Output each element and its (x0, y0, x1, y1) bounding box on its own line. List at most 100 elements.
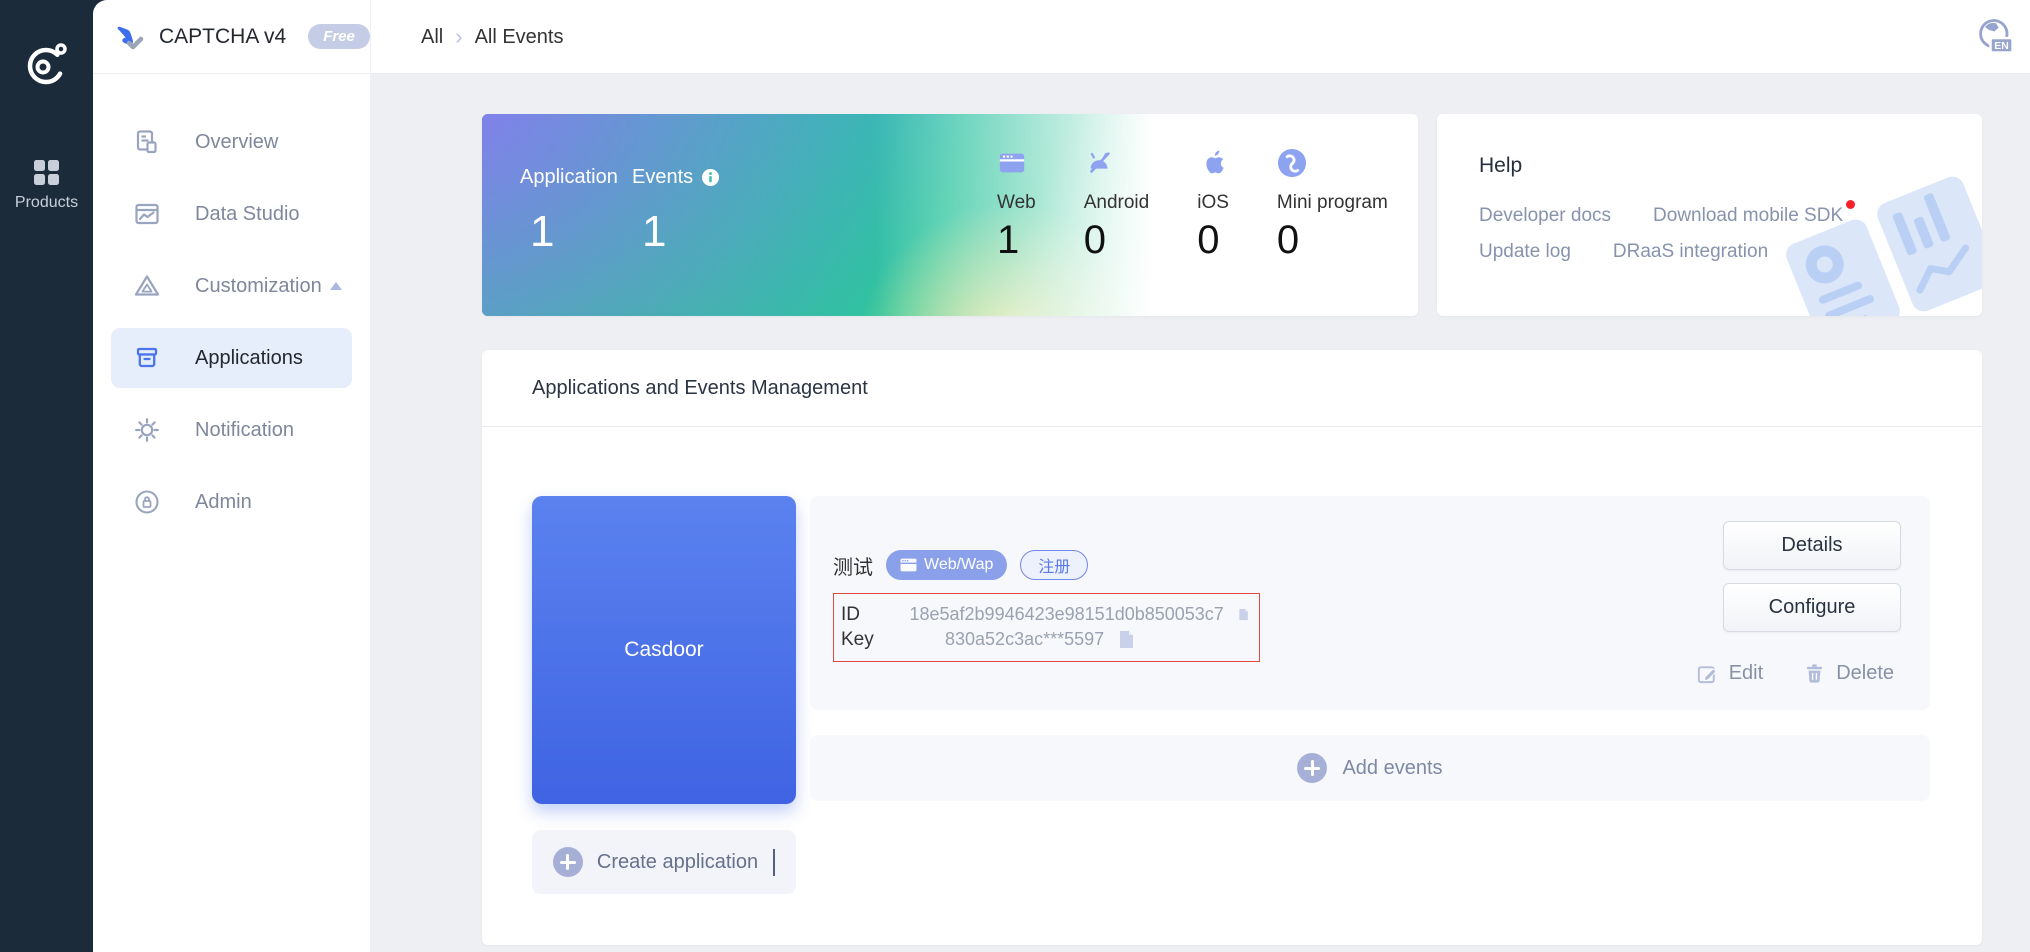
platform-value: 0 (1084, 218, 1150, 263)
plus-icon (553, 847, 583, 877)
info-icon[interactable] (701, 168, 720, 187)
copy-key-icon[interactable] (1118, 630, 1135, 649)
credentials-box: ID 18e5af2b9946423e98151d0b850053c7 Key … (833, 593, 1260, 662)
details-button[interactable]: Details (1723, 521, 1901, 570)
add-events-label: Add events (1342, 757, 1442, 780)
sidebar-item-applications[interactable]: Applications (111, 328, 352, 388)
products-grid-icon (34, 160, 59, 185)
sidebar-item-customization[interactable]: Customization (111, 256, 352, 316)
key-value: 830a52c3ac***5597 (945, 629, 1104, 650)
sidebar-item-overview[interactable]: Overview (111, 112, 352, 172)
browser-tag-icon (900, 558, 917, 572)
sidebar-item-label: Customization (195, 275, 322, 298)
platform-label: Android (1084, 192, 1150, 214)
update-log-link[interactable]: Update log (1479, 234, 1571, 270)
platform-value: 0 (1277, 218, 1388, 263)
events-stat: Events 1 (632, 166, 720, 257)
platform-stats: Web 1 Android 0 iOS 0 (997, 148, 1388, 263)
browser-icon (997, 148, 1027, 178)
events-stat-label: Events (632, 166, 693, 189)
text-cursor (773, 849, 775, 876)
breadcrumb-separator-icon: › (455, 24, 462, 50)
admin-lock-icon (133, 488, 161, 516)
add-events-button[interactable]: Add events (810, 735, 1930, 801)
platform-web: Web 1 (997, 148, 1036, 263)
sidebar-header: CAPTCHA v4 Free (93, 0, 370, 74)
event-info: 测试 Web/Wap 注册 ID (833, 550, 1260, 662)
breadcrumb-all[interactable]: All (421, 26, 443, 49)
trash-icon (1803, 662, 1826, 685)
product-rail: Products (0, 0, 93, 952)
platform-label: Mini program (1277, 192, 1388, 214)
help-title: Help (1479, 154, 1522, 178)
application-stat: Application 1 (520, 166, 618, 257)
help-card: Help Developer docs Download mobile SDK … (1437, 114, 1982, 316)
overview-stats-card: Application 1 Events 1 Web (482, 114, 1418, 316)
captcha-dashboard: Products CAPTCHA v4 Free Overview (0, 0, 2030, 952)
language-globe-icon[interactable]: EN (1974, 15, 2018, 59)
configure-button[interactable]: Configure (1723, 583, 1901, 632)
gear-icon (133, 416, 161, 444)
sidebar-item-label: Applications (195, 347, 303, 370)
event-actions: Edit Delete (1696, 662, 1894, 685)
platform-label: Web (997, 192, 1036, 214)
sidebar-item-notification[interactable]: Notification (111, 400, 352, 460)
event-buttons: Details Configure (1723, 521, 1901, 632)
breadcrumb-all-events: All Events (475, 26, 564, 49)
platform-tag: Web/Wap (886, 550, 1007, 580)
platform-tag-label: Web/Wap (924, 556, 993, 574)
management-header: Applications and Events Management (482, 350, 1982, 427)
create-application-button[interactable]: Create application (532, 830, 796, 894)
breadcrumb: All › All Events (421, 0, 564, 74)
event-name: 测试 (833, 551, 873, 580)
platform-label: iOS (1197, 192, 1229, 214)
platform-mini-program: Mini program 0 (1277, 148, 1388, 263)
event-panel: 测试 Web/Wap 注册 ID (810, 496, 1930, 710)
key-label: Key (841, 629, 945, 651)
edit-label: Edit (1729, 662, 1763, 685)
management-card: Applications and Events Management Casdo… (482, 350, 1982, 945)
help-illustration (1788, 180, 1982, 316)
platform-value: 1 (997, 218, 1036, 263)
edit-pencil-icon (1696, 662, 1719, 685)
captcha-product-icon (115, 21, 147, 53)
event-type-tag: 注册 (1020, 550, 1088, 580)
edit-link[interactable]: Edit (1696, 662, 1763, 685)
sidebar-menu: Overview Data Studio Customization (93, 112, 370, 532)
apple-icon (1197, 148, 1227, 178)
miniprogram-icon (1277, 148, 1307, 178)
application-stat-value: 1 (530, 207, 618, 257)
plan-badge: Free (308, 24, 370, 49)
platform-ios: iOS 0 (1197, 148, 1229, 263)
top-header: All › All Events EN (370, 0, 2030, 74)
customization-icon (133, 272, 161, 300)
products-label: Products (15, 194, 78, 212)
id-value: 18e5af2b9946423e98151d0b850053c7 (909, 604, 1223, 625)
event-type-tag-label: 注册 (1038, 553, 1070, 577)
geetest-logo-icon[interactable] (23, 40, 71, 88)
delete-link[interactable]: Delete (1803, 662, 1894, 685)
applications-icon (133, 344, 161, 372)
platform-android: Android 0 (1084, 148, 1150, 263)
products-nav-button[interactable]: Products (15, 160, 78, 212)
management-title: Applications and Events Management (532, 377, 868, 400)
sidebar-item-label: Data Studio (195, 203, 300, 226)
application-name: Casdoor (624, 638, 703, 662)
sidebar-item-data-studio[interactable]: Data Studio (111, 184, 352, 244)
plus-icon (1297, 753, 1327, 783)
application-stat-label: Application (520, 166, 618, 189)
create-application-label: Create application (597, 851, 758, 874)
events-stat-value: 1 (642, 207, 720, 257)
id-label: ID (841, 604, 909, 626)
draas-integration-link[interactable]: DRaaS integration (1613, 234, 1768, 270)
sidebar-item-label: Admin (195, 491, 252, 514)
key-row: Key 830a52c3ac***5597 (841, 627, 1249, 652)
sidebar-item-admin[interactable]: Admin (111, 472, 352, 532)
application-card-casdoor[interactable]: Casdoor (532, 496, 796, 804)
platform-value: 0 (1197, 218, 1229, 263)
overview-icon (133, 128, 161, 156)
collapse-arrow-icon (330, 282, 342, 290)
copy-id-icon[interactable] (1238, 605, 1249, 624)
developer-docs-link[interactable]: Developer docs (1479, 198, 1611, 234)
data-studio-icon (133, 200, 161, 228)
